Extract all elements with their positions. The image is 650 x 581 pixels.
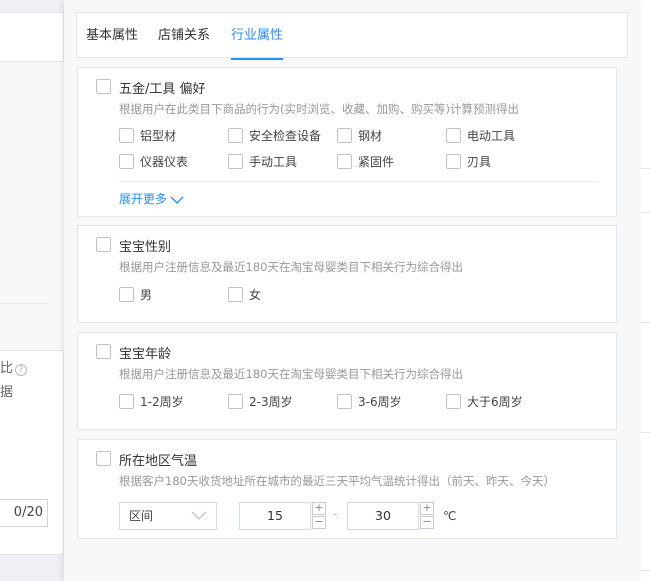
- option-checkbox[interactable]: [119, 394, 134, 409]
- option-label: 大于6周岁: [467, 395, 523, 409]
- baby-age-desc: 根据用户注册信息及最近180天在淘宝母婴类目下相关行为综合得出: [119, 367, 463, 381]
- min-decrement-button[interactable]: −: [312, 516, 326, 529]
- region-temperature-desc: 根据客户180天收货地址所在城市的最近三天平均气温统计得出（前天、昨天、今天）: [119, 474, 555, 488]
- tab-store-relation[interactable]: 店铺关系: [158, 13, 210, 59]
- region-temperature-checkbox[interactable]: [96, 451, 111, 466]
- option-label: 女: [249, 288, 262, 302]
- celsius-unit: ℃: [443, 509, 457, 523]
- range-type-select[interactable]: 区间: [119, 502, 217, 530]
- tab-industry-attributes[interactable]: 行业属性: [231, 13, 284, 60]
- card-divider: [119, 181, 599, 182]
- background-label-ratio: 比?: [0, 357, 28, 376]
- option-label: 铝型材: [140, 129, 177, 143]
- option-checkbox[interactable]: [228, 394, 243, 409]
- region-temperature-card: 所在地区气温 根据客户180天收货地址所在城市的最近三天平均气温统计得出（前天、…: [77, 439, 617, 539]
- option-checkbox[interactable]: [446, 154, 461, 169]
- baby-gender-card: 宝宝性别 根据用户注册信息及最近180天在淘宝母婴类目下相关行为综合得出 男 女: [77, 225, 617, 323]
- baby-age-card: 宝宝年龄 根据用户注册信息及最近180天在淘宝母婴类目下相关行为综合得出 1-2…: [77, 332, 617, 430]
- option-label: 2-3周岁: [249, 395, 293, 409]
- option-checkbox[interactable]: [446, 394, 461, 409]
- background-right-strip: [640, 0, 650, 581]
- help-icon[interactable]: ?: [15, 364, 28, 376]
- region-temperature-title: 所在地区气温: [119, 454, 198, 469]
- option-checkbox[interactable]: [228, 128, 243, 143]
- option-checkbox[interactable]: [119, 128, 134, 143]
- attribute-drawer: 基本属性 店铺关系 行业属性 五金/工具 偏好 根据用户在此类目下商品的行为(实…: [64, 0, 640, 581]
- option-checkbox[interactable]: [119, 287, 134, 302]
- background-divider: [0, 303, 48, 304]
- baby-gender-checkbox[interactable]: [96, 237, 111, 252]
- option-label: 刃具: [467, 155, 492, 169]
- option-label: 仪器仪表: [140, 155, 189, 169]
- option-label: 电动工具: [467, 129, 516, 143]
- chevron-down-icon: [191, 511, 207, 520]
- max-increment-button[interactable]: +: [420, 502, 434, 515]
- option-label: 男: [140, 288, 153, 302]
- option-label: 3-6周岁: [358, 395, 402, 409]
- option-label: 紧固件: [358, 155, 395, 169]
- expand-more-label: 展开更多: [119, 192, 168, 206]
- background-band: [0, 61, 64, 351]
- option-checkbox[interactable]: [228, 154, 243, 169]
- background-text-2: 据: [0, 385, 14, 400]
- hardware-preference-desc: 根据用户在此类目下商品的行为(实时浏览、收藏、加购、购买等)计算预测得出: [119, 102, 519, 116]
- background-form-panel: 比? 据 0/20: [0, 12, 64, 555]
- range-separator: -: [333, 507, 338, 521]
- max-decrement-button[interactable]: −: [420, 516, 434, 529]
- char-count-input[interactable]: 0/20: [0, 499, 48, 527]
- option-label: 钢材: [358, 129, 383, 143]
- option-label: 手动工具: [249, 155, 298, 169]
- background-text-1: 比: [0, 361, 14, 376]
- option-checkbox[interactable]: [446, 128, 461, 143]
- baby-gender-desc: 根据用户注册信息及最近180天在淘宝母婴类目下相关行为综合得出: [119, 260, 463, 274]
- min-temperature-input[interactable]: 15: [239, 502, 311, 530]
- baby-age-checkbox[interactable]: [96, 344, 111, 359]
- option-checkbox[interactable]: [119, 154, 134, 169]
- baby-age-title: 宝宝年龄: [119, 347, 172, 362]
- option-checkbox[interactable]: [337, 394, 352, 409]
- expand-more-link[interactable]: 展开更多: [119, 190, 184, 207]
- min-increment-button[interactable]: +: [312, 502, 326, 515]
- tab-basic-attributes[interactable]: 基本属性: [86, 13, 138, 59]
- hardware-preference-title: 五金/工具 偏好: [119, 82, 206, 97]
- option-label: 1-2周岁: [140, 395, 184, 409]
- baby-gender-title: 宝宝性别: [119, 240, 172, 255]
- chevron-down-icon: [170, 196, 184, 204]
- option-checkbox[interactable]: [337, 154, 352, 169]
- tab-bar: 基本属性 店铺关系 行业属性: [76, 12, 628, 60]
- option-label: 安全检查设备: [249, 129, 322, 143]
- hardware-preference-card: 五金/工具 偏好 根据用户在此类目下商品的行为(实时浏览、收藏、加购、购买等)计…: [77, 67, 617, 217]
- hardware-preference-checkbox[interactable]: [96, 79, 111, 94]
- range-type-value: 区间: [129, 509, 154, 523]
- option-checkbox[interactable]: [337, 128, 352, 143]
- option-checkbox[interactable]: [228, 287, 243, 302]
- max-temperature-input[interactable]: 30: [347, 502, 419, 530]
